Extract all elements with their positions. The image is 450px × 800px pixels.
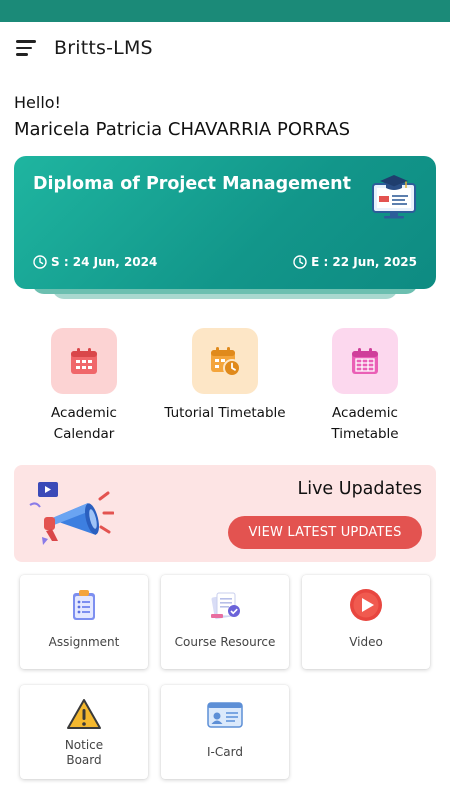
play-icon [350,589,382,621]
megaphone-icon [29,482,114,545]
quick-link-label: Tutorial Timetable [164,405,286,421]
calendar-clock-icon [211,347,241,377]
module-notice-board[interactable]: Notice Board [20,685,148,779]
id-card-icon [207,702,243,728]
greeting-text: Hello! [14,93,61,112]
module-label: I-Card [207,745,243,759]
course-start-date: S : 24 Jun, 2024 [33,255,157,269]
warning-icon [67,699,101,729]
module-assignment[interactable]: Assignment [20,575,148,669]
start-date-text: S : 24 Jun, 2024 [51,255,158,269]
app-title: Britts-LMS [54,37,153,59]
course-end-date: E : 22 Jun, 2025 [293,255,417,269]
module-course-resource[interactable]: Course Resource [161,575,289,669]
app-bar: Britts-LMS [0,22,450,74]
module-label: Assignment [48,635,120,649]
clipboard-icon [73,590,95,620]
course-monitor-icon [372,175,416,219]
documents-icon [211,592,240,620]
calendar-icon [71,348,97,374]
module-i-card[interactable]: I-Card [161,685,289,779]
module-label: Course Resource [174,635,276,649]
clock-icon [293,255,307,269]
live-updates-title: Live Upadates [297,479,422,499]
quick-link-academic-timetable[interactable]: Academic Timetable [300,328,430,445]
status-bar [0,0,450,22]
quick-link-label: Academic Timetable [331,405,399,442]
live-updates-banner: Live Upadates VIEW LATEST UPDATES [14,465,436,562]
user-name: Maricela Patricia CHAVARRIA PORRAS [14,119,351,140]
menu-icon[interactable] [16,38,40,58]
quick-link-academic-calendar[interactable]: Academic Calendar [19,328,149,445]
course-card[interactable]: Diploma of Project Management S : 24 Jun… [14,156,436,289]
quick-link-tutorial-timetable[interactable]: Tutorial Timetable [160,328,290,424]
academic-timetable-tile [332,328,398,394]
course-title: Diploma of Project Management [33,174,351,194]
module-label: Notice Board [64,738,104,767]
view-latest-updates-button[interactable]: VIEW LATEST UPDATES [228,516,422,549]
academic-calendar-tile [51,328,117,394]
timetable-icon [352,348,378,374]
quick-link-label: Academic Calendar [51,405,117,442]
module-label: Video [349,635,383,649]
tutorial-timetable-tile [192,328,258,394]
module-video[interactable]: Video [302,575,430,669]
end-date-text: E : 22 Jun, 2025 [311,255,417,269]
clock-icon [33,255,47,269]
